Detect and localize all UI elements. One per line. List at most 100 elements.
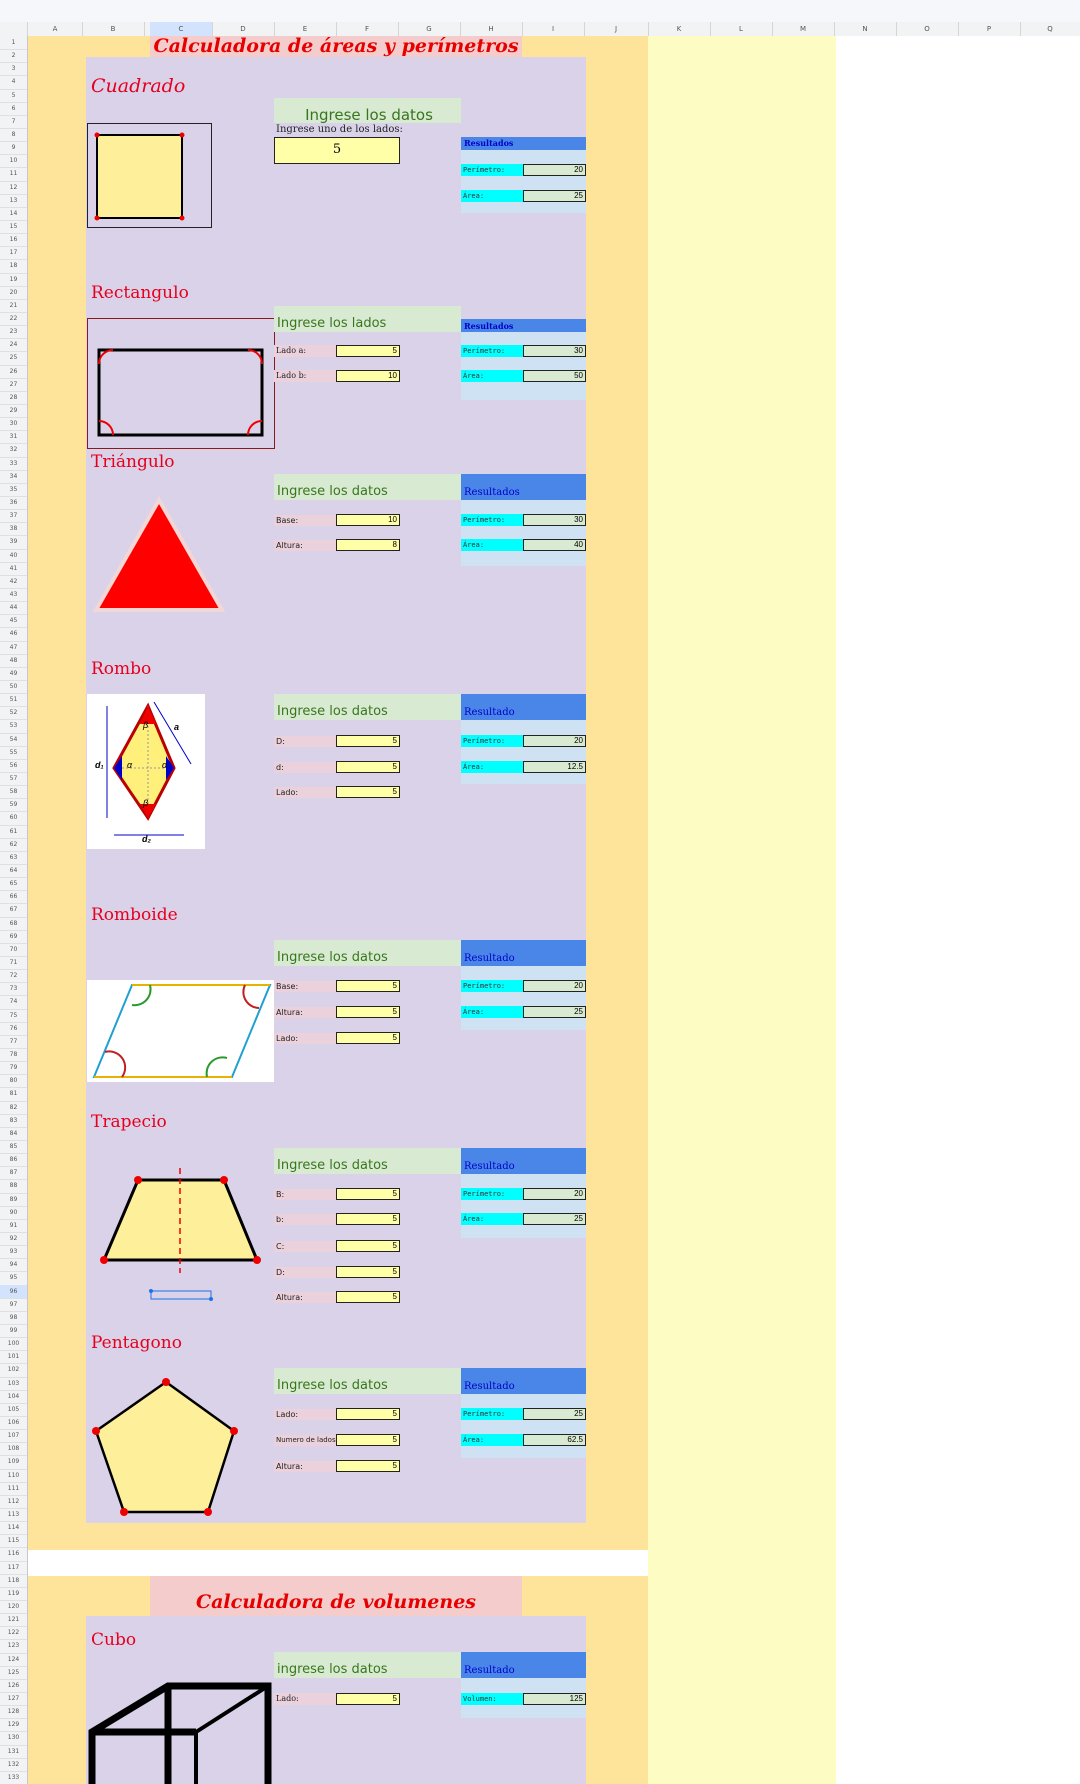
- input-C[interactable]: 5: [336, 1240, 400, 1252]
- row-header[interactable]: 22: [0, 312, 27, 327]
- row-header[interactable]: 77: [0, 1035, 27, 1049]
- row-header[interactable]: 14: [0, 207, 27, 221]
- row-header[interactable]: 105: [0, 1403, 27, 1417]
- row-header[interactable]: 95: [0, 1271, 27, 1286]
- row-header[interactable]: 88: [0, 1179, 27, 1194]
- row-header[interactable]: 85: [0, 1140, 27, 1155]
- row-header[interactable]: 71: [0, 956, 27, 971]
- row-header[interactable]: 111: [0, 1482, 27, 1496]
- row-header[interactable]: 28: [0, 391, 27, 405]
- row-header[interactable]: 43: [0, 588, 27, 603]
- result-value-area[interactable]: 40: [523, 539, 586, 551]
- row-header[interactable]: 81: [0, 1087, 27, 1102]
- row-header[interactable]: 63: [0, 851, 27, 865]
- row-header[interactable]: 107: [0, 1429, 27, 1444]
- row-header[interactable]: 25: [0, 351, 27, 366]
- row-header[interactable]: 97: [0, 1298, 27, 1312]
- row-header[interactable]: 31: [0, 430, 27, 445]
- column-header[interactable]: J: [584, 22, 649, 36]
- row-header[interactable]: 106: [0, 1416, 27, 1431]
- row-header[interactable]: 102: [0, 1363, 27, 1378]
- row-header[interactable]: 129: [0, 1718, 27, 1733]
- input-lado[interactable]: 5: [336, 1408, 400, 1420]
- result-value-perimetro[interactable]: 20: [523, 1188, 586, 1200]
- input-b[interactable]: 5: [336, 1213, 400, 1225]
- input-base[interactable]: 5: [336, 980, 400, 992]
- row-header[interactable]: 4: [0, 75, 27, 90]
- row-header[interactable]: 86: [0, 1153, 27, 1168]
- result-value-volumen[interactable]: 125: [523, 1693, 586, 1705]
- row-header[interactable]: 66: [0, 890, 27, 905]
- row-header[interactable]: 113: [0, 1508, 27, 1523]
- input-lado[interactable]: 5: [336, 1032, 400, 1044]
- input-base[interactable]: 10: [336, 514, 400, 526]
- row-header[interactable]: 54: [0, 733, 27, 747]
- input-altura[interactable]: 8: [336, 539, 400, 551]
- row-header[interactable]: 110: [0, 1469, 27, 1483]
- input-D[interactable]: 5: [336, 735, 400, 747]
- input-altura[interactable]: 5: [336, 1291, 400, 1303]
- row-header[interactable]: 11: [0, 167, 27, 182]
- row-header[interactable]: 12: [0, 181, 27, 195]
- row-header[interactable]: 90: [0, 1206, 27, 1220]
- row-header[interactable]: 9: [0, 141, 27, 156]
- row-header[interactable]: 68: [0, 917, 27, 931]
- input-lado-b[interactable]: 10: [336, 370, 400, 382]
- row-header[interactable]: 108: [0, 1442, 27, 1457]
- row-header[interactable]: 115: [0, 1534, 27, 1549]
- row-header[interactable]: 1: [0, 36, 27, 51]
- row-header[interactable]: 21: [0, 299, 27, 313]
- row-header[interactable]: 33: [0, 457, 27, 471]
- row-header[interactable]: 40: [0, 549, 27, 563]
- result-value-perimetro[interactable]: 20: [523, 980, 586, 992]
- row-header[interactable]: 104: [0, 1390, 27, 1404]
- row-header[interactable]: 37: [0, 509, 27, 524]
- row-header[interactable]: 67: [0, 903, 27, 918]
- row-header[interactable]: 41: [0, 562, 27, 576]
- row-header[interactable]: 53: [0, 719, 27, 734]
- column-header[interactable]: Q: [1020, 22, 1080, 36]
- row-header[interactable]: 116: [0, 1547, 27, 1562]
- column-header[interactable]: D: [212, 22, 275, 36]
- row-header[interactable]: 118: [0, 1574, 27, 1588]
- row-header[interactable]: 19: [0, 273, 27, 287]
- column-header[interactable]: B: [82, 22, 145, 36]
- row-header[interactable]: 15: [0, 220, 27, 235]
- row-header[interactable]: 125: [0, 1666, 27, 1680]
- row-header[interactable]: 8: [0, 128, 27, 143]
- column-header[interactable]: K: [648, 22, 711, 36]
- row-header[interactable]: 126: [0, 1679, 27, 1693]
- row-header[interactable]: 27: [0, 378, 27, 392]
- row-header[interactable]: 51: [0, 693, 27, 708]
- column-header[interactable]: E: [274, 22, 337, 36]
- input-lado[interactable]: 5: [336, 786, 400, 798]
- row-header[interactable]: 23: [0, 325, 27, 340]
- row-header[interactable]: 75: [0, 1009, 27, 1023]
- row-header-selected[interactable]: 96: [0, 1284, 27, 1299]
- row-header[interactable]: 130: [0, 1731, 27, 1746]
- row-header[interactable]: 99: [0, 1324, 27, 1339]
- row-header[interactable]: 20: [0, 286, 27, 300]
- row-header[interactable]: 133: [0, 1771, 27, 1784]
- row-header[interactable]: 62: [0, 838, 27, 852]
- row-header[interactable]: 2: [0, 49, 27, 64]
- row-header[interactable]: 3: [0, 62, 27, 77]
- row-header[interactable]: 117: [0, 1561, 27, 1575]
- row-header[interactable]: 124: [0, 1653, 27, 1667]
- row-header[interactable]: 56: [0, 759, 27, 773]
- row-header[interactable]: 132: [0, 1758, 27, 1772]
- row-header[interactable]: 10: [0, 154, 27, 169]
- row-header[interactable]: 60: [0, 811, 27, 826]
- column-header[interactable]: O: [896, 22, 959, 36]
- row-header[interactable]: 57: [0, 772, 27, 787]
- result-value-area[interactable]: 25: [523, 1213, 586, 1225]
- row-header[interactable]: 92: [0, 1232, 27, 1247]
- row-header[interactable]: 87: [0, 1166, 27, 1181]
- row-header[interactable]: 32: [0, 443, 27, 458]
- row-header[interactable]: 55: [0, 746, 27, 760]
- column-header[interactable]: F: [336, 22, 399, 36]
- row-header[interactable]: 61: [0, 825, 27, 839]
- row-header[interactable]: 64: [0, 864, 27, 879]
- result-value-area[interactable]: 62.5: [523, 1434, 586, 1446]
- row-header[interactable]: 82: [0, 1101, 27, 1115]
